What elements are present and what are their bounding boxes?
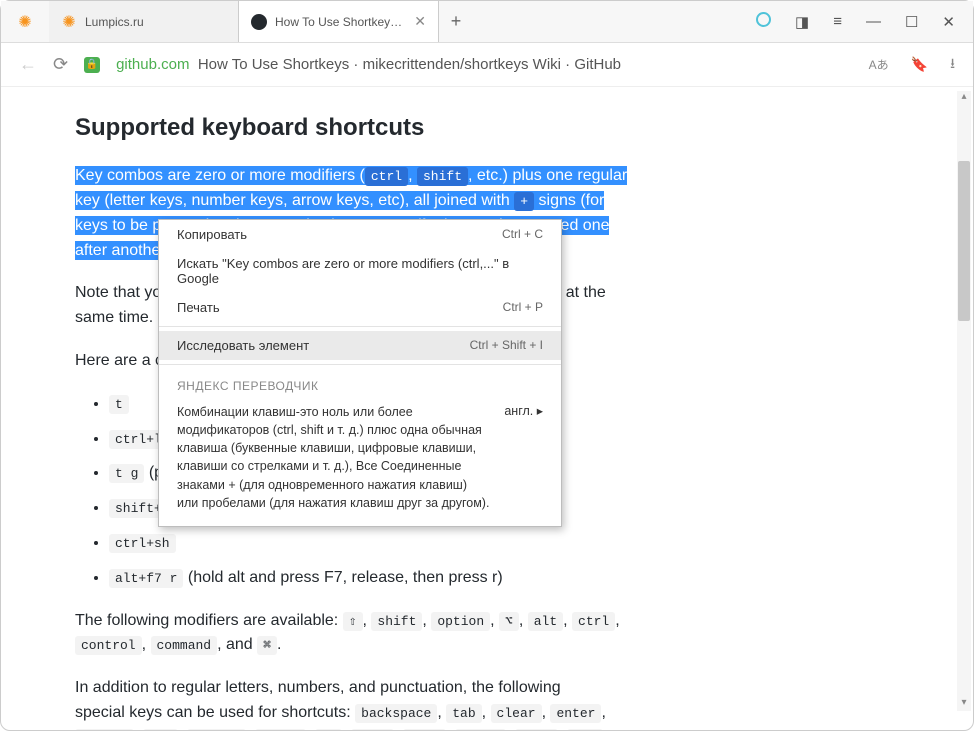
separator [159,326,561,327]
browser-logo-icon: ✺ [18,12,31,32]
close-button[interactable]: ✕ [942,13,955,31]
ctx-print[interactable]: ПечатьCtrl + P [159,293,561,322]
back-button[interactable]: ← [19,54,37,75]
scrollbar[interactable]: ▴ ▾ [957,91,971,711]
reload-button[interactable]: ⟳ [53,54,68,75]
bookmark-icon[interactable]: 🔖 [911,56,928,73]
modifiers-paragraph: The following modifiers are available: ⇧… [75,609,715,659]
list-item: ctrl+sh [109,531,955,556]
lock-icon[interactable]: 🔒 [84,57,100,73]
context-menu: КопироватьCtrl + C Искать "Key combos ar… [158,219,562,527]
tab-title: Lumpics.ru [85,15,226,29]
favicon-lumpics-icon: ✺ [61,14,77,30]
tab-title: How To Use Shortkeys · n [275,15,406,29]
favicon-github-icon [251,14,267,30]
translate-icon[interactable]: Aあ [869,56,889,73]
ctx-translation: Комбинации клавиш-это ноль или более мод… [159,399,561,526]
special-keys-paragraph: In addition to regular letters, numbers,… [75,676,715,730]
ctx-inspect[interactable]: Исследовать элементCtrl + Shift + I [159,331,561,360]
separator [159,364,561,365]
toolbar: ← → ⟳ 🔒 github.com How To Use Shortkeys … [1,43,973,87]
scroll-up-icon[interactable]: ▴ [957,91,971,105]
url-display[interactable]: github.com How To Use Shortkeys · mikecr… [116,56,621,73]
list-item: alt+f7 r (hold alt and press F7, release… [109,566,955,591]
ctx-lang-selector[interactable]: англ. ▸ [504,403,543,512]
page-heading: Supported keyboard shortcuts [75,109,955,146]
scroll-down-icon[interactable]: ▾ [957,697,971,711]
close-icon[interactable]: ✕ [414,13,426,30]
scroll-thumb[interactable] [958,161,970,321]
ctx-copy[interactable]: КопироватьCtrl + C [159,220,561,249]
sidebar-icon[interactable]: ◨ [795,13,809,31]
maximize-button[interactable]: ☐ [905,13,918,31]
ctx-translator-header: ЯНДЕКС ПЕРЕВОДЧИК [159,369,561,399]
assistant-icon[interactable] [756,12,771,31]
titlebar: ✺ ✺ Lumpics.ru How To Use Shortkeys · n … [1,1,973,43]
download-icon[interactable]: ⭳ [950,53,955,77]
menu-icon[interactable]: ≡ [833,13,842,30]
ctx-search-google[interactable]: Искать "Key combos are zero or more modi… [159,249,561,293]
minimize-button[interactable]: — [866,13,881,30]
new-tab-button[interactable]: + [439,1,473,42]
tab-github[interactable]: How To Use Shortkeys · n ✕ [239,1,439,42]
tab-lumpics[interactable]: ✺ Lumpics.ru [49,1,239,42]
